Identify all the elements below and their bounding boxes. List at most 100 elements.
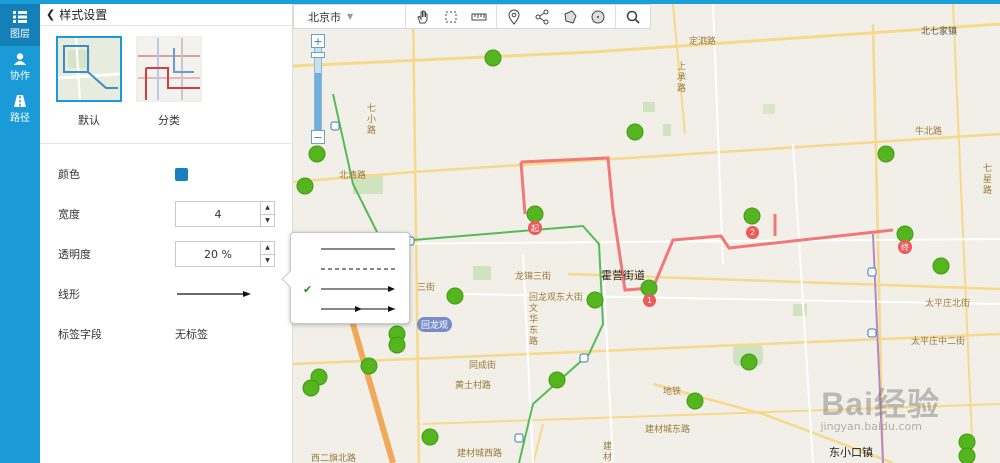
opacity-increase-icon[interactable]: ▲ [261,242,274,254]
panel-header: ❮ 样式设置 [40,4,292,26]
nav-label-collab: 协作 [10,70,30,82]
labelfield-label: 标签字段 [58,328,102,341]
linetype-arrow-mid-preview [321,306,395,312]
linetype-option-solid[interactable] [303,241,403,257]
select-box-icon[interactable] [440,6,462,28]
opacity-stepper-buttons: ▲ ▼ [260,242,274,266]
map-label: 同成街 [469,361,497,371]
opacity-row: 透明度 20 % ▲ ▼ [40,234,292,274]
map-label: 文华东路 [529,304,539,347]
map-label: 七小路 [367,104,377,136]
width-stepper[interactable]: 4 ▲ ▼ [175,201,275,227]
opacity-value[interactable]: 20 % [176,242,260,266]
map-label: 黄土村路 [455,381,492,391]
user-icon [14,52,26,65]
back-chevron-icon[interactable]: ❮ [46,8,55,21]
toolbar-group-draw [497,5,616,28]
width-label: 宽度 [58,208,80,221]
width-increase-icon[interactable]: ▲ [261,202,274,214]
city-selector[interactable]: 北京市 ▼ [294,5,406,28]
linetype-row: 线形 [40,274,292,314]
chevron-down-icon: ▼ [347,12,354,21]
color-row: 颜色 [40,154,292,194]
map-label: 建材城西路 [457,449,503,459]
city-selector-value: 北京市 [308,10,341,24]
route-point-1-marker[interactable]: 1 [643,294,656,307]
map-label: 太平庄中二街 [911,337,966,347]
style-thumbnails: 默认 分类 [40,26,292,144]
app-root: 图层 协作 路径 ❮ 样式设置 默认 分类 颜色 宽度 4 ▲ ▼ 透明度 20… [0,0,1000,463]
opacity-stepper[interactable]: 20 % ▲ ▼ [175,241,275,267]
zoom-slider[interactable] [311,48,325,130]
style-label-default: 默认 [78,114,100,127]
nav-item-route[interactable]: 路径 [0,88,40,130]
style-thumbnail-default [56,36,122,102]
color-swatch[interactable] [175,167,188,181]
nav-label-layers: 图层 [10,28,30,40]
share-nodes-icon[interactable] [531,6,553,28]
style-thumbnail-category [136,36,202,102]
style-label-category: 分类 [158,114,180,127]
zoom-slider-thumb[interactable] [311,52,325,58]
linetype-solid-preview [321,248,395,250]
width-stepper-buttons: ▲ ▼ [260,202,274,226]
zoom-slider-fill [315,72,321,130]
nav-item-layers[interactable]: 图层 [0,4,40,46]
zoom-control: + − [311,34,325,144]
linetype-option-arrow-mid[interactable] [303,301,403,317]
nav-item-collab[interactable]: 协作 [0,46,40,88]
linetype-dashed-preview [321,268,395,270]
measure-ruler-icon[interactable] [468,6,490,28]
map-label: 太平庄北街 [925,299,971,309]
width-value[interactable]: 4 [176,202,260,226]
width-decrease-icon[interactable]: ▼ [261,213,274,227]
route-end-marker[interactable]: 终 [898,240,912,254]
checkmark-icon: ✔ [303,282,313,296]
pan-hand-icon[interactable] [412,6,434,28]
map-label: 三街 [417,283,436,293]
style-settings-panel: ❮ 样式设置 默认 分类 颜色 宽度 4 ▲ ▼ 透明度 20 % ▲ ▼ 线形… [40,4,293,463]
style-option-category[interactable]: 分类 [136,36,202,143]
map-label: 西二旗北路 [311,454,357,463]
opacity-label: 透明度 [58,248,91,261]
zoom-out-button[interactable]: − [311,130,325,144]
map-toolbar: 北京市 ▼ [293,4,651,29]
zoom-in-button[interactable]: + [311,34,325,48]
labelfield-row: 标签字段 无标签 [40,314,292,354]
color-label: 颜色 [58,168,80,181]
map-label-station[interactable]: 回龙观 [417,317,453,332]
map-label: 七星路 [983,164,993,196]
left-nav-rail: 图层 协作 路径 [0,4,40,463]
map-label: 东小口镇 [829,446,873,459]
polygon-icon[interactable] [559,6,581,28]
linetype-preview[interactable] [175,289,253,299]
opacity-decrease-icon[interactable]: ▼ [261,253,274,267]
labelfield-value[interactable]: 无标签 [175,326,208,342]
search-icon[interactable] [622,6,644,28]
circle-icon[interactable] [587,6,609,28]
map-label: 霍营街道 [601,269,645,282]
toolbar-group-search [616,5,650,28]
road-icon [14,94,26,107]
watermark-logo: Bai经验 [821,386,940,422]
linetype-arrow-end-preview [321,286,395,292]
linetype-option-arrow-end[interactable]: ✔ [303,281,403,297]
toolbar-group-nav [406,5,497,28]
map-label: 龙锦三街 [515,272,552,282]
route-point-2-marker[interactable]: 2 [746,226,759,239]
style-form: 颜色 宽度 4 ▲ ▼ 透明度 20 % ▲ ▼ 线形 标签字段 无标签 [40,144,292,354]
style-option-default[interactable]: 默认 [56,36,122,143]
width-row: 宽度 4 ▲ ▼ [40,194,292,234]
map-label: 定泗路 [689,37,717,47]
map-label: 北七家镇 [921,27,958,37]
map-label: 上承路 [677,62,687,94]
route-start-marker[interactable]: 起 [528,221,542,235]
map-label: 牛北路 [915,127,943,137]
watermark-url: jingyan.baidu.com [820,420,922,433]
nav-label-route: 路径 [10,112,30,124]
marker-icon[interactable] [503,6,525,28]
linetype-option-dashed[interactable] [303,261,403,277]
map-label: 北清路 [339,171,367,181]
map-label: 回龙观东大街 [529,293,584,303]
map-label: 地铁 [663,387,682,397]
